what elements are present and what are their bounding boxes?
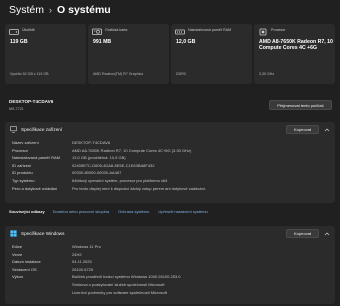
spec-key: Výkon: [12, 274, 24, 280]
spec-key: Název zařízení: [12, 140, 39, 145]
windows-specs-list: Edice Windows 11 Pro Verze 24H2 Datum inst…: [5, 242, 335, 296]
rename-pc-button[interactable]: Přejmenovat tento počítač: [269, 100, 332, 110]
card-ram[interactable]: Nainstalovaná paměť RAM 12,0 GB DDR3: [171, 24, 252, 84]
spec-value: 24H2: [72, 251, 82, 257]
spec-key: Edice: [12, 244, 23, 249]
card-storage[interactable]: Úložiště 119 GB Využito 52 GB z 119 GB: [5, 24, 86, 84]
spec-row: Pero a dotykové ovládání Pro tento disple…: [5, 185, 335, 193]
windows-logo-icon: [10, 230, 17, 237]
spec-key: Datum instalace: [12, 259, 41, 265]
spec-value: Balíček prostředí funkcí systému Windows…: [72, 274, 181, 280]
spec-row: Procesor AMD A8-7650K Radeon R7, 10 Compu…: [5, 147, 335, 155]
spec-key: [5, 289, 72, 297]
spec-row: Nainstalovaná paměť RAM 12,0 GB (použitel…: [5, 154, 335, 162]
card-label: Úložiště: [22, 28, 35, 32]
spec-key: ID produktu: [12, 170, 33, 176]
card-processor[interactable]: Procesor AMD A8-7650K Radeon R7, 10 Comp…: [254, 24, 335, 84]
device-specs-header[interactable]: Specifikace zařízení Kopírovat: [5, 122, 335, 138]
monitor-icon: [10, 126, 17, 133]
device-specs-section: Specifikace zařízení Kopírovat Název zař…: [5, 122, 335, 203]
windows-specs-title: Specifikace Windows: [21, 231, 65, 236]
device-specs-title: Specifikace zařízení: [21, 127, 63, 132]
spec-value: 02405E7C-D605-4DA8-8E5E-C1E63BA8F432: [72, 162, 155, 168]
spec-value: Windows 11 Pro: [72, 244, 101, 249]
gpu-icon: [92, 28, 102, 35]
spec-key: Nainstalovaná paměť RAM: [12, 155, 60, 161]
spec-key: Sestavení OS: [12, 266, 37, 272]
chevron-up-icon[interactable]: [324, 127, 330, 133]
chevron-up-icon[interactable]: [324, 231, 330, 237]
spec-value: AMD A8-7650K Radeon R7, 10 Compute Cores…: [72, 147, 192, 153]
spec-key: Pero a dotykové ovládání: [12, 185, 58, 191]
windows-specs-header[interactable]: Specifikace Windows Kopírovat: [5, 226, 335, 242]
link-system-protection[interactable]: Ochrana systému: [118, 209, 149, 214]
spec-value: Pro tento displej není k dispozici žádný…: [72, 185, 207, 191]
link-advanced-system-settings[interactable]: Upřesnit nastavení systému: [158, 209, 207, 214]
breadcrumb-parent[interactable]: Systém: [9, 4, 44, 16]
spec-key: Verze: [12, 251, 23, 257]
link-domain-workgroup[interactable]: Doména nebo pracovní skupina: [53, 209, 109, 214]
device-specs-list: Název zařízení DESKTOP-T4CDAV6 Procesor AM…: [5, 138, 335, 192]
spec-row: Verze 24H2: [5, 251, 335, 259]
copy-windows-specs-button[interactable]: Kopírovat: [286, 229, 319, 238]
cpu-icon: [259, 28, 267, 36]
spec-key: ID zařízení: [12, 162, 32, 168]
spec-row: Výkon Balíček prostředí funkcí systému Wi…: [5, 273, 335, 281]
storage-icon: [9, 29, 19, 35]
card-value: 12,0 GB: [176, 39, 196, 45]
card-subtext: 3,30 GHz: [259, 72, 275, 76]
card-label: Grafická karta: [105, 28, 128, 32]
spec-row: ID produktu 00330-80000-00000-AA467: [5, 169, 335, 177]
ram-icon: [175, 29, 185, 35]
pc-name: DESKTOP-T4CDAV6: [9, 99, 54, 104]
link-services-agreement[interactable]: Smlouva o poskytování služeb společnosti…: [72, 281, 165, 289]
spec-row: Licenční podmínky pro software společnos…: [5, 289, 335, 297]
spec-row: Název zařízení DESKTOP-T4CDAV6: [5, 139, 335, 147]
card-value: AMD A8-7650K Radeon R7, 10 Compute Cores…: [259, 39, 333, 52]
related-links: Související odkazy Doména nebo pracovní …: [5, 205, 335, 217]
link-license-terms[interactable]: Licenční podmínky pro software společnos…: [72, 289, 167, 297]
breadcrumb: Systém › O systému: [9, 2, 111, 18]
spec-row: Edice Windows 11 Pro: [5, 243, 335, 251]
card-subtext: Využito 52 GB z 119 GB: [10, 72, 49, 76]
spec-row: Typ systému 64bitový operační systém, pro…: [5, 177, 335, 185]
summary-cards: Úložiště 119 GB Využito 52 GB z 119 GB G…: [5, 24, 335, 84]
spec-row: Datum instalace 04.11.2025: [5, 258, 335, 266]
spec-value: DESKTOP-T4CDAV6: [72, 140, 111, 145]
spec-row: ID zařízení 02405E7C-D605-4DA8-8E5E-C1E63…: [5, 162, 335, 170]
card-subtext: AMD Radeon(TM) R7 Graphics: [93, 72, 144, 76]
spec-row: Sestavení OS 26100.6725: [5, 266, 335, 274]
spec-value: 64bitový operační systém, procesor pro p…: [72, 177, 168, 183]
page-title: O systému: [57, 4, 111, 16]
breadcrumb-separator: ›: [49, 5, 53, 15]
pc-model: MS-7721: [9, 107, 24, 111]
spec-row: Smlouva o poskytování služeb společnosti…: [5, 281, 335, 289]
card-value: 991 MB: [93, 39, 112, 45]
spec-value: 12,0 GB (použitelná: 10,9 GB): [72, 155, 126, 161]
spec-value: 26100.6725: [72, 266, 94, 272]
spec-key: [5, 281, 72, 289]
card-value: 119 GB: [10, 39, 28, 45]
spec-value: 04.11.2025: [72, 259, 92, 265]
pc-name-bar: DESKTOP-T4CDAV6 MS-7721 Přejmenovat tent…: [5, 96, 335, 116]
card-label: Procesor: [271, 28, 286, 32]
card-graphics[interactable]: Grafická karta 991 MB AMD Radeon(TM) R7 …: [88, 24, 169, 84]
spec-value: 00330-80000-00000-AA467: [72, 170, 122, 176]
card-subtext: DDR3: [176, 72, 186, 76]
spec-key: Procesor: [12, 147, 29, 153]
windows-specs-section: Specifikace Windows Kopírovat Edice Windo…: [5, 226, 335, 304]
spec-key: Typ systému: [12, 177, 35, 183]
card-label: Nainstalovaná paměť RAM: [188, 28, 232, 32]
related-links-label: Související odkazy: [9, 208, 45, 214]
copy-device-specs-button[interactable]: Kopírovat: [286, 125, 319, 134]
